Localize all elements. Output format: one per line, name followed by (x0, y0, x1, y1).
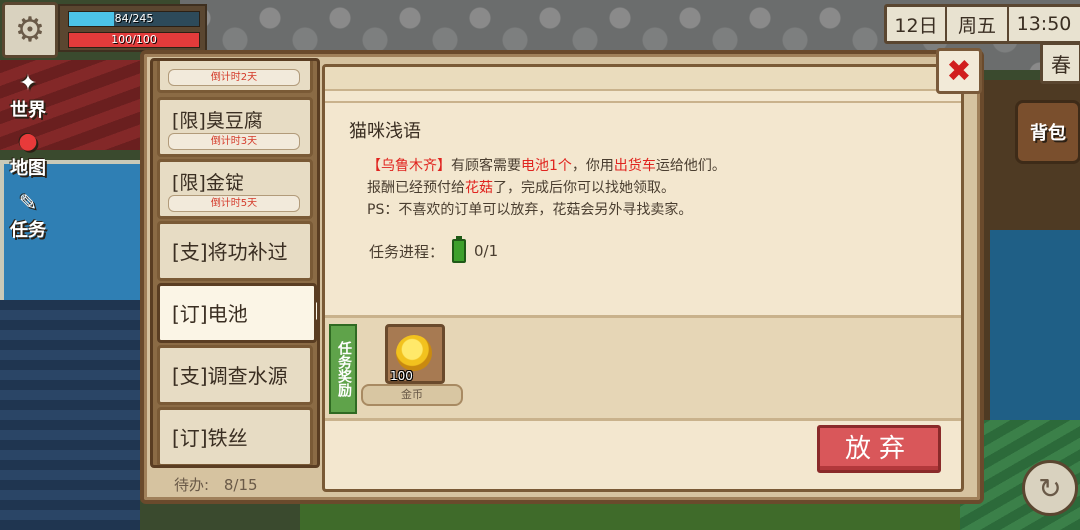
desc-line-3: PS：不喜欢的订单可以放弃，花菇会另外寻找卖家。 (367, 202, 693, 218)
quest-item-stinky-tofu[interactable]: [限]臭豆腐 倒计时3天 (157, 97, 313, 157)
quest-item-0[interactable]: 倒计时2天 (157, 61, 313, 93)
reward-tag: 任务奖励 (329, 324, 357, 414)
gear-icon: ⚙ (14, 10, 46, 50)
health-text: 100/100 (111, 33, 157, 46)
quest-timer: 倒计时2天 (168, 69, 300, 86)
quest-description: 【乌鲁木齐】有顾客需要电池1个，你用出货车运给他们。 报酬已经预付给花菇了，完成… (367, 155, 726, 221)
quest-item-battery[interactable]: [订]电池 (157, 283, 317, 343)
task-label: 任务 (10, 220, 46, 241)
quest-label: [订]铁丝 (172, 426, 248, 450)
quest-label: [限]金锭 (172, 172, 244, 194)
world-button[interactable]: ✦ 世界 (0, 72, 56, 122)
quest-detail-panel: 猫咪浅语 【乌鲁木齐】有顾客需要电池1个，你用出货车运给他们。 报酬已经预付给花… (322, 64, 964, 492)
recycle-button[interactable]: ↻ (1022, 460, 1078, 516)
delivery-vehicle: 出货车 (613, 158, 656, 174)
bag-label: 背包 (1030, 123, 1066, 144)
reward-item-slot[interactable]: 100 (385, 324, 445, 384)
map-pin-icon: ● (18, 129, 38, 154)
desc-line-1: 【乌鲁木齐】有顾客需要电池1个，你用出货车运给他们。 (367, 155, 726, 177)
task-button[interactable]: ✎ 任务 (0, 192, 56, 242)
quest-label: [支]调查水源 (172, 364, 288, 388)
quest-item-make-amends[interactable]: [支]将功补过 (157, 221, 313, 281)
quest-label: [支]将功补过 (172, 240, 288, 264)
desc-text: ，你用 (571, 158, 614, 174)
recycle-icon: ↻ (1038, 471, 1062, 505)
river (990, 230, 1080, 430)
quest-timer: 倒计时3天 (168, 133, 300, 150)
panel-header-strip (325, 67, 961, 91)
reward-name: 金币 (361, 384, 463, 406)
task-icon: ✎ (18, 191, 38, 216)
player-stats: 84/245 100/100 (58, 4, 207, 52)
desc-text: 了，完成后你可以找她领取。 (493, 180, 675, 196)
gold-coin-icon (396, 335, 432, 371)
world-icon: ✦ (18, 71, 38, 96)
date-time-display: 12日 周五 13:50 (884, 4, 1080, 44)
desc-text: 报酬已经预付给 (367, 180, 465, 196)
quest-label: [限]臭豆腐 (172, 110, 263, 132)
npc-name: 花菇 (465, 180, 493, 196)
required-item: 电池1个 (521, 158, 572, 174)
quest-item-water-source[interactable]: [支]调查水源 (157, 345, 313, 405)
desc-text: 有顾客需要 (451, 158, 521, 174)
settings-button[interactable]: ⚙ (2, 2, 58, 58)
close-icon: ✖ (946, 53, 972, 89)
quest-timer: 倒计时5天 (168, 195, 300, 212)
weekday-label: 周五 (947, 7, 1009, 41)
bag-button[interactable]: 背包 (1015, 100, 1080, 164)
time-label: 13:50 (1016, 13, 1072, 35)
quest-title: 猫咪浅语 (349, 121, 421, 142)
quest-progress: 任务进程： 0/1 (369, 236, 499, 263)
abandon-button[interactable]: 放弃 (817, 425, 941, 473)
desc-line-2: 报酬已经预付给花菇了，完成后你可以找她领取。 (367, 177, 726, 199)
panel-header-strip (325, 91, 961, 103)
todo-counter: 待办: 8/15 (174, 474, 258, 495)
desc-text: 运给他们。 (655, 158, 726, 174)
day-label: 12日 (887, 7, 947, 41)
blue-roof (0, 300, 140, 530)
season-badge: 春 (1040, 42, 1080, 84)
customer-city: 【乌鲁木齐】 (367, 158, 451, 174)
map-button[interactable]: ● 地图 (0, 130, 56, 180)
progress-value: 0/1 (474, 242, 499, 260)
quest-item-gold-ingot[interactable]: [限]金锭 倒计时5天 (157, 159, 313, 219)
stamina-text: 84/245 (114, 12, 154, 25)
health-bar: 100/100 (68, 32, 200, 48)
stamina-bar: 84/245 (68, 11, 200, 27)
map-label: 地图 (10, 158, 46, 179)
battery-icon (452, 236, 467, 263)
close-button[interactable]: ✖ (936, 48, 982, 94)
quest-label: [订]电池 (172, 302, 248, 326)
quest-item-iron-wire[interactable]: [订]铁丝 (157, 407, 313, 465)
progress-label: 任务进程： (369, 242, 445, 261)
reward-section: 任务奖励 100 金币 (325, 315, 961, 421)
todo-label: 待办: (174, 476, 210, 494)
world-label: 世界 (10, 100, 46, 121)
reward-count: 100 (390, 369, 413, 383)
quest-list[interactable]: 倒计时2天 [限]臭豆腐 倒计时3天 [限]金锭 倒计时5天 [支]将功补过 [… (150, 58, 320, 468)
todo-value: 8/15 (223, 476, 258, 494)
